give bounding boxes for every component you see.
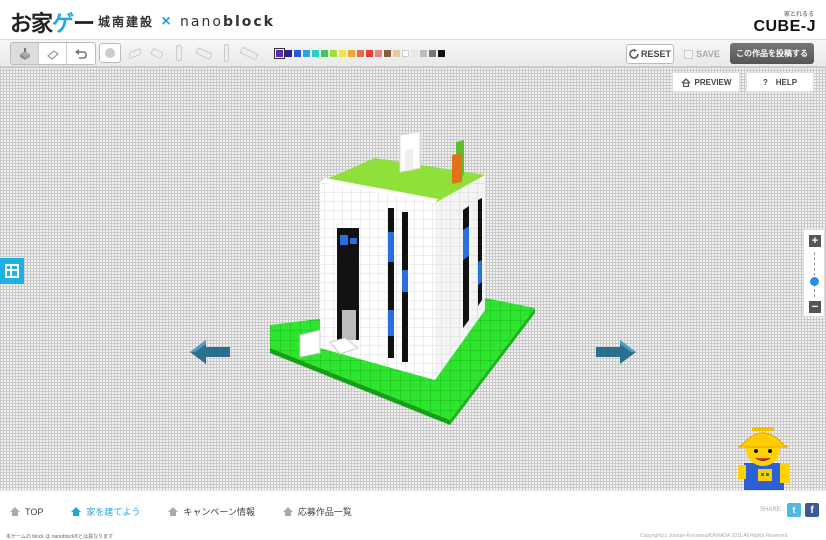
zoom-control: + − — [803, 229, 825, 317]
footer-nav-label: 家を建てよう — [86, 507, 141, 517]
facebook-icon[interactable]: f — [805, 503, 819, 517]
rotate-left-arrow-icon[interactable] — [186, 336, 234, 366]
site-header: お家ゲー 城南建設 × nanoblock 家とれるる CUBE-J — [0, 0, 826, 40]
grid-toggle-button[interactable] — [0, 258, 24, 284]
footer-nav: TOP 家を建てよう キャンペーン情報 応募作品一覧 — [10, 505, 352, 518]
brand-name: CUBE-J — [753, 18, 816, 35]
brand-logo[interactable]: 家とれるる CUBE-J — [753, 9, 816, 36]
brick-column-icon — [223, 44, 229, 62]
rotate-right-arrow-icon[interactable] — [592, 336, 640, 366]
color-swatch[interactable] — [429, 50, 436, 57]
site-logo[interactable]: お家ゲー — [10, 6, 95, 38]
logo-tail: ー — [73, 11, 95, 36]
twitter-icon[interactable]: t — [787, 503, 801, 517]
brick-3x1-icon — [195, 46, 213, 60]
footer-nav-label: TOP — [25, 506, 44, 517]
color-swatch[interactable] — [411, 50, 418, 57]
color-swatch[interactable] — [384, 50, 391, 57]
save-icon — [684, 49, 694, 59]
color-swatch[interactable] — [312, 50, 319, 57]
zoom-track[interactable] — [814, 252, 815, 297]
brick-3x1-button[interactable] — [194, 43, 214, 63]
footer-nav-label: 応募作品一覧 — [297, 507, 352, 517]
preview-button[interactable]: PREVIEW — [672, 72, 740, 92]
color-swatch[interactable] — [294, 50, 301, 57]
color-palette — [274, 48, 445, 59]
house-icon — [282, 507, 293, 516]
save-button[interactable]: SAVE — [680, 44, 724, 64]
place-brick-icon[interactable] — [11, 43, 39, 64]
save-label: SAVE — [696, 49, 720, 59]
color-swatch[interactable] — [285, 50, 292, 57]
share-label: SHARE — [760, 507, 781, 513]
preview-label: PREVIEW — [694, 77, 732, 87]
reset-icon — [629, 49, 639, 59]
house-icon — [71, 507, 82, 516]
house-icon — [10, 507, 20, 516]
nano-text: nano — [180, 14, 223, 30]
help-icon: ? — [762, 77, 768, 87]
logo-accent: ゲ — [52, 11, 74, 36]
brick-1x1-icon — [105, 48, 115, 58]
brick-2x1-icon — [150, 47, 164, 59]
brick-flat-icon — [129, 47, 141, 59]
color-swatch[interactable] — [438, 50, 445, 57]
color-swatch[interactable] — [420, 50, 427, 57]
color-swatch[interactable] — [393, 50, 400, 57]
footer-nav-item[interactable]: 応募作品一覧 — [282, 505, 352, 518]
logo-text: お家 — [10, 11, 53, 36]
cross-icon: × — [161, 13, 173, 30]
brick-tall-icon — [176, 45, 182, 61]
brick-flat-button[interactable] — [126, 43, 144, 63]
color-swatch[interactable] — [321, 50, 328, 57]
partner-name: 城南建設 — [98, 15, 155, 29]
color-swatch[interactable] — [357, 50, 364, 57]
house-icon — [168, 507, 179, 516]
post-work-button[interactable]: この作品を投稿する — [730, 43, 814, 64]
color-swatch[interactable] — [402, 50, 409, 57]
site-footer: TOP 家を建てよう キャンペーン情報 応募作品一覧 SHARE t f 本ゲームの … — [0, 490, 826, 540]
color-swatch[interactable] — [339, 50, 346, 57]
zoom-in-button[interactable]: + — [809, 235, 821, 247]
brick-2x1-button[interactable] — [148, 43, 166, 63]
block-text: block — [222, 14, 275, 30]
mascot-character — [737, 427, 790, 491]
undo-icon[interactable] — [67, 43, 95, 64]
color-swatch[interactable] — [366, 50, 373, 57]
help-label: HELP — [775, 77, 798, 87]
footer-nav-label: キャンペーン情報 — [183, 507, 255, 517]
footer-nav-item[interactable]: キャンペーン情報 — [168, 505, 255, 518]
brick-long-button[interactable] — [238, 43, 260, 63]
home-icon — [681, 77, 691, 87]
color-swatch[interactable] — [348, 50, 355, 57]
brand-subtitle: 家とれるる — [783, 12, 814, 18]
reset-button[interactable]: RESET — [626, 44, 674, 64]
footnote: 本ゲームの block は nanoblock®とは異なります — [6, 534, 114, 540]
zoom-out-button[interactable]: − — [809, 301, 821, 313]
color-swatch[interactable] — [303, 50, 310, 57]
color-swatch[interactable] — [274, 48, 285, 59]
eraser-icon[interactable] — [39, 43, 67, 64]
house-model-view[interactable] — [180, 120, 560, 430]
brick-1x1-button[interactable] — [99, 43, 121, 63]
help-button[interactable]: ? HELP — [746, 72, 814, 92]
tool-group — [10, 42, 96, 65]
grid-icon — [5, 264, 19, 278]
footer-nav-item[interactable]: TOP — [10, 505, 43, 518]
editor-toolbar: RESET SAVE この作品を投稿する — [0, 40, 826, 67]
partner-logo: 城南建設 × nanoblock — [98, 13, 275, 31]
brick-long-icon — [239, 46, 259, 60]
copyright: Copyright(c) Jounan-Kensetsu/KAWADA 2011… — [640, 533, 789, 539]
color-swatch[interactable] — [375, 50, 382, 57]
color-swatch[interactable] — [330, 50, 337, 57]
post-work-label: この作品を投稿する — [736, 49, 808, 58]
reset-label: RESET — [640, 49, 671, 59]
brick-column-button[interactable] — [220, 43, 232, 63]
footer-nav-item[interactable]: 家を建てよう — [71, 505, 140, 518]
zoom-slider-handle[interactable] — [810, 277, 819, 287]
brick-tall-button[interactable] — [172, 43, 186, 63]
